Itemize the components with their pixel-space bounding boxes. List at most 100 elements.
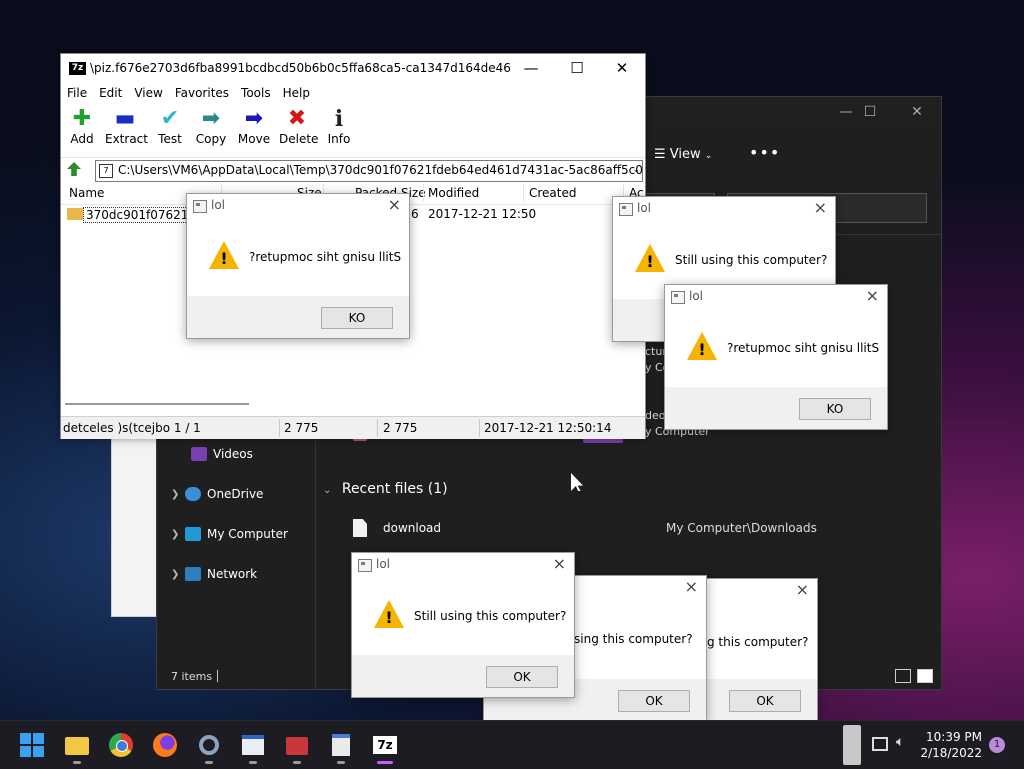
minus-icon: ▬ (114, 106, 136, 131)
delete-button[interactable]: ✖ Delete (279, 106, 318, 146)
taskbar-chrome[interactable] (109, 733, 133, 757)
copy-button[interactable]: ➡ Copy (195, 106, 227, 146)
clock[interactable]: 10:39 PM 2/18/2022 (920, 729, 982, 761)
menu-bar: File Edit View Favorites Tools Help (61, 84, 645, 104)
menu-edit[interactable]: Edit (93, 84, 128, 104)
details-view-icon[interactable] (895, 669, 911, 683)
toolbox-icon (286, 737, 308, 755)
close-icon[interactable]: × (814, 198, 827, 217)
chevron-down-icon: ⌄ (704, 151, 713, 161)
notification-badge[interactable]: 1 (989, 737, 1005, 753)
divider (523, 184, 524, 202)
chrome-icon (116, 740, 128, 752)
running-indicator (293, 761, 301, 764)
dialog-message: ?retupmoc siht gnisu llitS (249, 250, 402, 264)
menu-favorites[interactable]: Favorites (169, 84, 235, 104)
minimize-button[interactable]: — (508, 54, 554, 84)
delete-x-icon: ✖ (287, 106, 307, 131)
recent-file-item[interactable]: download (353, 519, 441, 537)
view-menu-button[interactable]: ☰ View ⌄ (654, 147, 712, 162)
move-button[interactable]: ➡ Move (237, 106, 271, 146)
taskbar-settings[interactable] (197, 733, 221, 764)
info-icon: i (334, 106, 344, 132)
warning-icon (209, 241, 239, 269)
dialog-titlebar: lol × (187, 194, 409, 218)
test-button[interactable]: ✔ Test (155, 106, 185, 146)
view-icon: ☰ (654, 147, 666, 162)
divider (423, 184, 424, 202)
start-button[interactable] (20, 733, 44, 757)
windows-logo-icon (20, 746, 31, 757)
packed-size: 6 (411, 207, 419, 221)
address-row: 7 C:\Users\VM6\AppData\Local\Temp\370dc9… (61, 157, 645, 182)
ok-button[interactable]: KO (321, 307, 393, 329)
chevron-right-icon: ❯ (171, 528, 180, 540)
taskbar-7zip[interactable]: 7z (373, 733, 397, 764)
close-icon[interactable]: × (685, 577, 698, 596)
menu-help[interactable]: Help (277, 84, 316, 104)
close-icon[interactable]: × (388, 195, 401, 214)
folder-icon (67, 208, 83, 220)
firefox-icon (153, 733, 177, 757)
folder-icon (65, 737, 89, 755)
maximize-button[interactable]: ☐ (554, 54, 600, 84)
videos-icon (191, 447, 207, 461)
add-button[interactable]: ✚ Add (69, 106, 95, 146)
modified-date: 2017-12-21 12:50 (428, 207, 537, 221)
taskbar-file-explorer[interactable] (65, 733, 89, 764)
recent-files-section[interactable]: ⌄ Recent files (1) (323, 481, 448, 497)
warning-icon (374, 600, 404, 628)
menu-tools[interactable]: Tools (235, 84, 277, 104)
info-button[interactable]: i Info (327, 106, 351, 146)
ok-button[interactable]: OK (729, 690, 801, 712)
chevron-right-icon: ❯ (171, 568, 180, 580)
close-icon[interactable]: × (796, 580, 809, 599)
windows-logo-icon (33, 733, 44, 744)
taskbar-firefox[interactable] (153, 733, 177, 757)
taskbar-app[interactable] (241, 733, 265, 764)
view-toggle (895, 669, 933, 683)
horizontal-scrollbar[interactable] (65, 403, 249, 405)
taskbar-toolbox[interactable] (285, 733, 309, 764)
document-icon (353, 519, 367, 537)
ok-button[interactable]: OK (618, 690, 690, 712)
ok-button[interactable]: OK (486, 666, 558, 688)
close-button[interactable]: ✕ (599, 54, 645, 84)
divider (479, 419, 480, 437)
tiles-view-icon[interactable] (917, 669, 933, 683)
lol-dialog: lol × Still using this computer? OK (351, 552, 575, 698)
status-bar: detceles )s(tcejbo 1 / 1 2 775 2 775 201… (61, 416, 645, 439)
path-input[interactable]: 7 C:\Users\VM6\AppData\Local\Temp\370dc9… (95, 160, 643, 182)
ok-button[interactable]: KO (799, 398, 871, 420)
running-indicator (73, 761, 81, 764)
volume-icon[interactable]: 🔈︎ (896, 734, 904, 750)
network-icon[interactable] (872, 737, 888, 751)
toolbar: ✚ Add ▬ Extract ✔ Test ➡ Copy ➡ Move ✖ D… (61, 106, 645, 154)
close-icon[interactable]: × (553, 554, 566, 573)
up-folder-icon[interactable] (67, 162, 81, 176)
close-button[interactable]: ✕ (894, 97, 940, 127)
status-date: 2017-12-21 12:50:14 (484, 421, 612, 435)
show-desktop-button[interactable] (843, 725, 861, 765)
menu-file[interactable]: File (61, 84, 93, 104)
nav-item-onedrive[interactable]: ❯ OneDrive (171, 484, 263, 504)
column-name[interactable]: Name (69, 186, 104, 200)
close-icon[interactable]: × (866, 286, 879, 305)
move-arrow-icon: ➡ (244, 106, 264, 131)
network-icon (185, 567, 201, 581)
window-icon (619, 203, 633, 216)
nav-item-my-computer[interactable]: ❯ My Computer (171, 524, 288, 544)
nav-item-network[interactable]: ❯ Network (171, 564, 257, 584)
extract-button[interactable]: ▬ Extract (105, 106, 148, 146)
chevron-down-icon[interactable]: ⌄ (632, 161, 640, 180)
dialog-footer: KO (665, 387, 887, 429)
more-options-button[interactable]: ••• (749, 143, 780, 162)
maximize-button[interactable]: ☐ (847, 97, 893, 127)
menu-view[interactable]: View (128, 84, 168, 104)
notepad-icon (332, 734, 350, 756)
column-created[interactable]: Created (529, 186, 577, 200)
nav-item-videos[interactable]: Videos (191, 444, 253, 464)
chevron-down-icon: ⌄ (323, 485, 332, 496)
taskbar-notepad[interactable] (329, 733, 353, 764)
column-modified[interactable]: Modified (428, 186, 479, 200)
